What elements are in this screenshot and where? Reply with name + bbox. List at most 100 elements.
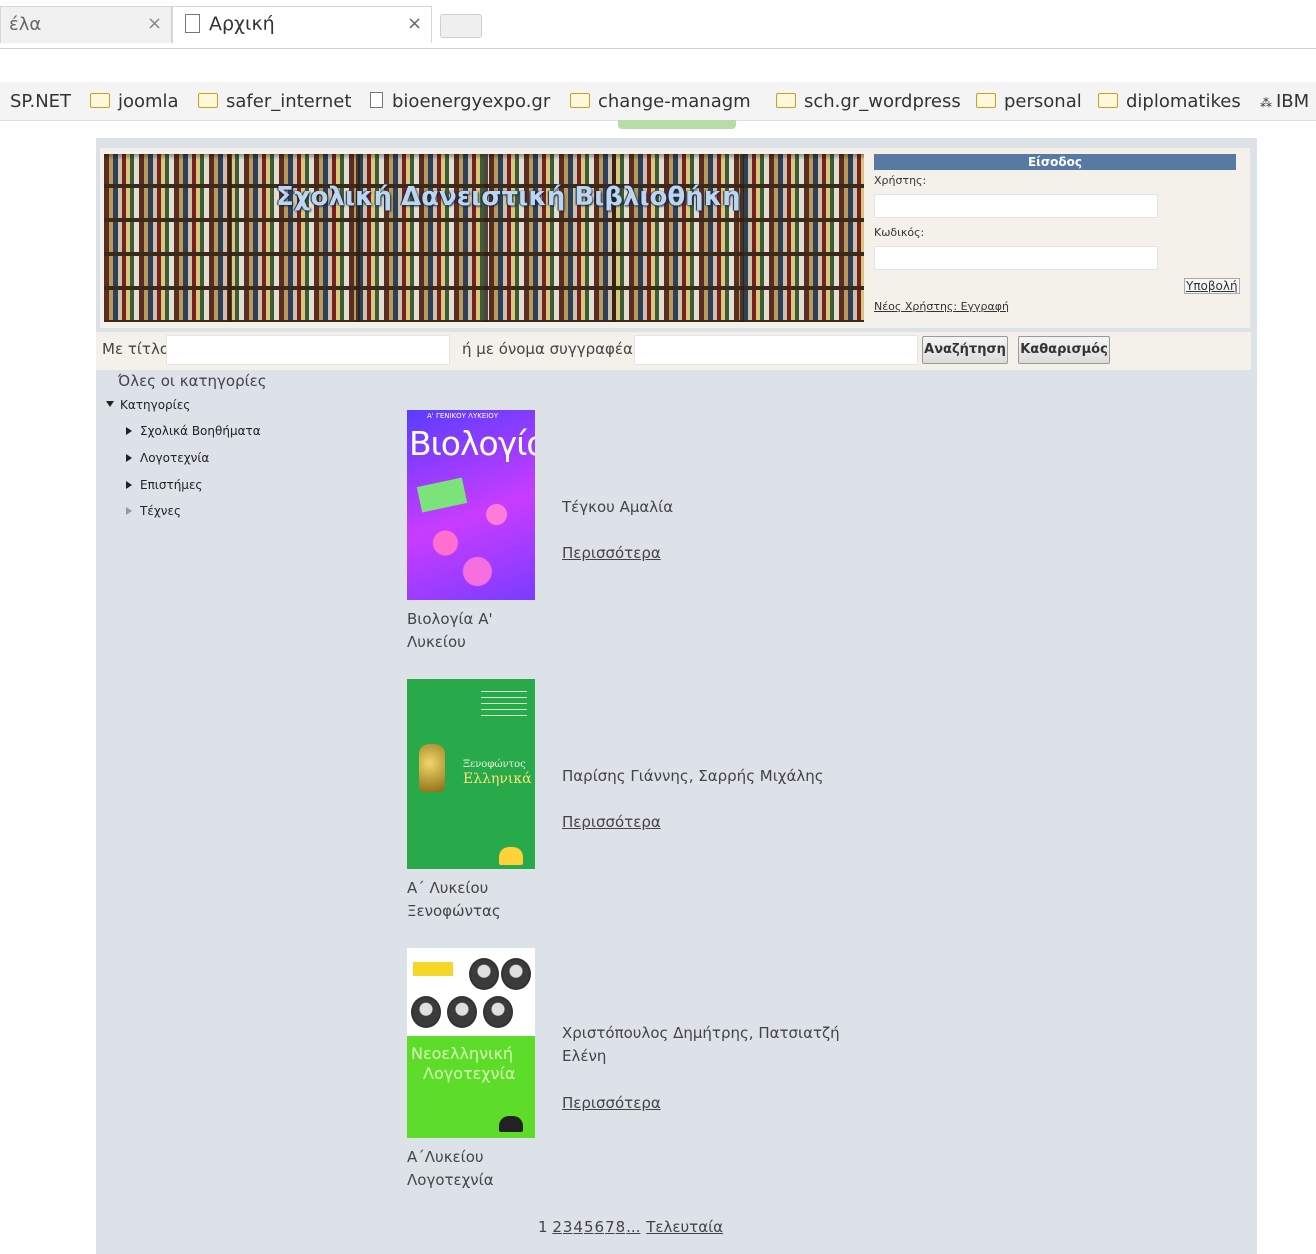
author-search-input[interactable] [634,335,918,365]
book-item: Ξενοφώντος Ελληνικά Α΄ Λυκείου Ξενοφώντα… [407,679,967,939]
category-label: Σχολικά Βοηθήματα [140,424,261,438]
bookmark-change-management[interactable]: change-managm [570,91,758,112]
book-author: Τέγκου Αμαλία [562,498,674,516]
bookmark-label: bioenergyexpo.gr [392,91,551,112]
book-item: Νεοελληνική Λογοτεχνία Α΄Λυκείου Λογοτεχ… [407,948,967,1208]
site-title: Σχολική Δανειστική Βιβλιοθήκη [276,182,741,212]
book-author: Χριστόπουλος Δημήτρης, Πατσιατζή Ελένη [562,1022,862,1068]
title-search-input[interactable] [166,335,450,365]
password-label: Κωδικός: [874,226,925,239]
bookmark-label: SP.NET [10,91,72,112]
book-title: Α΄Λυκείου Λογοτεχνία [407,1146,547,1192]
bookmark-joomla[interactable]: joomla [90,91,179,112]
category-label: Επιστήμες [140,478,203,492]
clear-button[interactable]: Καθαρισμός [1018,336,1110,364]
site-header: Σχολική Δανειστική Βιβλιοθήκη Είσοδος Χρ… [100,148,1250,328]
page-link[interactable]: 6 [595,1218,605,1236]
bookmark-diplomatikes[interactable]: diplomatikes [1098,91,1241,112]
bookmark-label: diplomatikes [1126,91,1241,112]
page-link[interactable]: 7 [605,1218,615,1236]
book-cover[interactable]: Α' ΓΕΝΙΚΟΥ ΛΥΚΕΙΟΥ Βιολογία [407,410,535,600]
bookmark-personal[interactable]: personal [976,91,1082,112]
caret-right-icon [126,427,132,435]
more-link[interactable]: Περισσότερα [562,1094,661,1112]
page-link[interactable]: 2 [552,1218,562,1236]
category-literature[interactable]: Λογοτεχνία [126,451,209,465]
username-input[interactable] [874,194,1158,218]
page-top-indicator [618,120,736,129]
folder-icon [1098,93,1118,108]
page-icon [370,92,383,108]
category-sciences[interactable]: Επιστήμες [126,478,202,492]
more-link[interactable]: Περισσότερα [562,544,661,562]
book-title-line: Λογοτεχνία [407,1171,494,1189]
caret-down-icon [106,401,114,407]
category-tree-root[interactable]: Κατηγορίες [106,398,190,412]
cover-author-lines [481,691,527,717]
category-label: Κατηγορίες [120,398,191,412]
cover-title: Βιολογία [409,424,535,463]
tab-close-icon[interactable]: × [407,13,422,34]
folder-icon [976,93,996,108]
author-portrait [411,996,441,1028]
new-tab-button[interactable] [440,14,482,38]
book-title-line: Ξενοφώντας [407,902,501,920]
last-page-link[interactable]: Τελευταία [646,1218,723,1236]
author-portrait [447,996,477,1028]
bookmark-label: personal [1004,91,1082,112]
browser-tab-1[interactable]: έλα × [0,6,172,43]
bookmark-sch-wordpress[interactable]: sch.gr_wordpress [776,91,961,112]
cover-subtitle: Α' ΓΕΝΙΚΟΥ ΛΥΚΕΙΟΥ [427,412,499,420]
page-ellipsis[interactable]: ... [626,1218,640,1236]
book-title: Βιολογία Α' Λυκείου [407,608,547,654]
category-school-aids[interactable]: Σχολικά Βοηθήματα [126,424,261,438]
more-link[interactable]: Περισσότερα [562,813,661,831]
page-link[interactable]: 8 [616,1218,626,1236]
bookmark-label: safer_internet [226,91,352,112]
bookmark-bioenergyexpo[interactable]: bioenergyexpo.gr [370,91,552,112]
password-input[interactable] [874,246,1158,270]
login-title: Είσοδος [874,154,1236,170]
login-panel: Είσοδος Χρήστης: Κωδικός: Υποβολή Νέος Χ… [874,154,1248,322]
browser-tab-strip: έλα × Αρχική × [0,0,1316,49]
bookmark-ibm[interactable]: ⁂ IBM [1260,91,1309,112]
book-title-line: Α΄ Λυκείου [407,879,489,897]
book-cover[interactable]: Νεοελληνική Λογοτεχνία [407,948,535,1138]
page-current: 1 [538,1218,548,1236]
tab-close-icon[interactable]: × [147,13,162,34]
bookmark-label: sch.gr_wordpress [804,91,961,112]
book-cover[interactable]: Ξενοφώντος Ελληνικά [407,679,535,869]
page-link[interactable]: 4 [573,1218,583,1236]
library-page: Σχολική Δανειστική Βιβλιοθήκη Είσοδος Χρ… [96,138,1257,1254]
bookmarks-bar: SP.NET joomla safer_internet bioenergyex… [0,82,1316,121]
pagination: 1 2345678... Τελευταία [538,1218,724,1236]
book-author-line: Χριστόπουλος Δημήτρης, Πατσιατζή [562,1024,840,1042]
submit-login-button[interactable]: Υποβολή [1184,278,1240,294]
folder-icon [776,93,796,108]
author-search-label: ή με όνομα συγγραφέα [462,340,633,358]
book-title-line: Λυκείου [407,633,466,651]
bookmark-safer-internet[interactable]: safer_internet [198,91,351,112]
category-label: Τέχνες [140,504,181,518]
category-arts[interactable]: Τέχνες [126,504,181,518]
search-button[interactable]: Αναζήτηση [922,336,1008,364]
search-bar: Με τίτλο ή με όνομα συγγραφέα Αναζήτηση … [96,332,1251,370]
ibm-icon: ⁂ [1260,96,1272,110]
cover-label [413,962,453,976]
cover-title: Νεοελληνική [411,1044,514,1063]
banner-image: Σχολική Δανειστική Βιβλιοθήκη [104,154,864,322]
book-title-line: Βιολογία Α' [407,610,493,628]
all-categories-link[interactable]: Όλες οι κατηγορίες [118,372,267,390]
bookmark-aspnet[interactable]: SP.NET [10,91,71,112]
book-title: Α΄ Λυκείου Ξενοφώντας [407,877,547,923]
register-link[interactable]: Νέος Χρήστης: Εγγραφή [874,300,1009,313]
cover-title: Ξενοφώντος [463,759,526,770]
cover-sticker [416,477,468,513]
page-link[interactable]: 3 [563,1218,573,1236]
armor-illustration [419,744,445,792]
page-link[interactable]: 5 [584,1218,594,1236]
bookshelf-dividers [104,154,864,322]
title-search-label: Με τίτλο [102,340,170,358]
browser-tab-2-active[interactable]: Αρχική × [172,6,432,43]
tab-title: έλα [9,14,42,35]
